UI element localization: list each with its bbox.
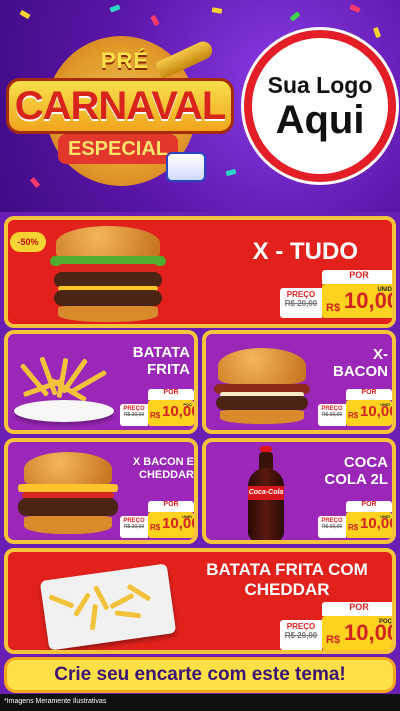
product-name: X BACON E CHEDDAR bbox=[108, 456, 194, 481]
product-name: X - TUDO bbox=[252, 238, 358, 265]
product-name: BATATA FRITA COM CHEDDAR bbox=[188, 560, 386, 599]
product-card-batata-frita: BATATA FRITA PREÇO R$ 20,00 POR R$ 10,00… bbox=[4, 330, 198, 434]
price-tag: PREÇO R$ 20,00 POR R$ 10,00 UNID bbox=[280, 270, 392, 318]
price-tag: PREÇO R$ 20,00 POR R$ 10,00 UNID bbox=[318, 501, 392, 538]
confetti bbox=[349, 4, 361, 13]
price: 10,00 bbox=[162, 403, 198, 420]
product-card-x-tudo: X - TUDO PREÇO R$ 20,00 POR R$ 10,00 UNI… bbox=[4, 216, 396, 328]
old-price: R$ 20,00 bbox=[284, 299, 318, 308]
product-name: X- BACON bbox=[306, 346, 388, 381]
name-line-2: CHEDDAR bbox=[244, 579, 330, 599]
product-card-batata-cheddar: BATATA FRITA COM CHEDDAR PREÇO R$ 20,00 … bbox=[4, 548, 396, 654]
unit: POÇ bbox=[378, 619, 392, 625]
logo-placeholder: Sua Logo Aqui bbox=[244, 30, 396, 182]
unit: UNID bbox=[380, 514, 390, 519]
title-sub: ESPECIAL bbox=[58, 134, 178, 164]
unit: UNID bbox=[380, 402, 390, 407]
name-line-1: COCA bbox=[343, 454, 388, 471]
price: 10,00 bbox=[360, 515, 396, 532]
currency: R$ bbox=[326, 302, 341, 314]
unit: POÇ bbox=[183, 402, 192, 407]
product-name: COCA COLA 2L bbox=[306, 454, 388, 489]
hero-banner: PRÉ CARNAVAL ESPECIAL Sua Logo Aqui bbox=[0, 0, 400, 212]
logo-line-1: Sua Logo bbox=[267, 72, 373, 98]
currency: R$ bbox=[150, 411, 161, 420]
x-bacon-cheddar-image bbox=[14, 452, 122, 540]
por-label: POR bbox=[148, 389, 194, 400]
name-line-1: X BACON E bbox=[132, 456, 194, 468]
x-bacon-image bbox=[212, 346, 312, 426]
drum-icon bbox=[166, 152, 206, 182]
por-label: POR bbox=[346, 389, 392, 400]
unit: UNID bbox=[182, 514, 192, 519]
price: 10,00 bbox=[360, 403, 396, 420]
discount-badge: -50% bbox=[10, 232, 46, 252]
old-price: R$ 20,00 bbox=[123, 412, 145, 418]
name-line-1: X- bbox=[373, 346, 388, 363]
old-price: R$ 20,00 bbox=[123, 524, 145, 530]
old-price: R$ 20,00 bbox=[321, 412, 343, 418]
old-price: R$ 20,00 bbox=[321, 524, 343, 530]
confetti bbox=[289, 11, 301, 22]
name-line-2: CHEDDAR bbox=[139, 468, 194, 481]
por-label: POR bbox=[148, 501, 194, 512]
price-tag: PREÇO R$ 20,00 POR R$ 10,00 UNID bbox=[318, 389, 392, 426]
price-tag: PREÇO R$ 20,00 POR R$ 10,00 POÇ bbox=[280, 602, 392, 650]
confetti bbox=[19, 9, 31, 20]
product-card-x-bacon: X- BACON PREÇO R$ 20,00 POR R$ 10,00 UNI… bbox=[202, 330, 396, 434]
name-line-1: BATATA FRITA COM bbox=[206, 560, 368, 579]
name-line-2: FRITA bbox=[146, 361, 190, 379]
por-label: POR bbox=[346, 501, 392, 512]
product-name: BATATA FRITA bbox=[104, 344, 190, 379]
name-line-1: BATATA bbox=[132, 344, 190, 361]
por-label: POR bbox=[322, 270, 392, 284]
confetti bbox=[211, 7, 223, 14]
disclaimer: *Imagens Meramente Ilustrativas bbox=[4, 698, 107, 705]
product-card-coca-cola: Coca-Cola COCA COLA 2L PREÇO R$ 20,00 PO… bbox=[202, 438, 396, 544]
unit: UNID bbox=[377, 287, 392, 293]
por-label: POR bbox=[322, 602, 392, 616]
coca-cola-image: Coca-Cola bbox=[246, 446, 286, 540]
title-pre: PRÉ bbox=[100, 48, 150, 73]
confetti bbox=[109, 4, 121, 13]
logo-line-2: Aqui bbox=[275, 98, 365, 142]
currency: R$ bbox=[326, 634, 341, 646]
x-tudo-image bbox=[48, 226, 168, 324]
carnaval-title: PRÉ CARNAVAL ESPECIAL bbox=[6, 28, 234, 188]
confetti bbox=[372, 26, 382, 39]
currency: R$ bbox=[150, 523, 161, 532]
product-card-x-bacon-cheddar: X BACON E CHEDDAR PREÇO R$ 20,00 POR R$ … bbox=[4, 438, 198, 544]
currency: R$ bbox=[348, 411, 359, 420]
price-tag: PREÇO R$ 20,00 POR R$ 10,00 UNID bbox=[120, 501, 194, 538]
old-price-label: PREÇO bbox=[286, 622, 316, 631]
name-line-2: BACON bbox=[333, 363, 388, 381]
name-line-2: COLA 2L bbox=[324, 471, 388, 489]
cta-banner[interactable]: Crie seu encarte com este tema! bbox=[4, 657, 396, 693]
confetti bbox=[150, 14, 160, 27]
price-tag: PREÇO R$ 20,00 POR R$ 10,00 POÇ bbox=[120, 389, 194, 426]
old-price-label: PREÇO bbox=[286, 290, 316, 299]
batata-cheddar-image bbox=[39, 563, 180, 650]
currency: R$ bbox=[348, 523, 359, 532]
price: 10,00 bbox=[162, 515, 198, 532]
old-price: R$ 20,00 bbox=[284, 631, 318, 640]
title-main: CARNAVAL bbox=[6, 78, 234, 134]
